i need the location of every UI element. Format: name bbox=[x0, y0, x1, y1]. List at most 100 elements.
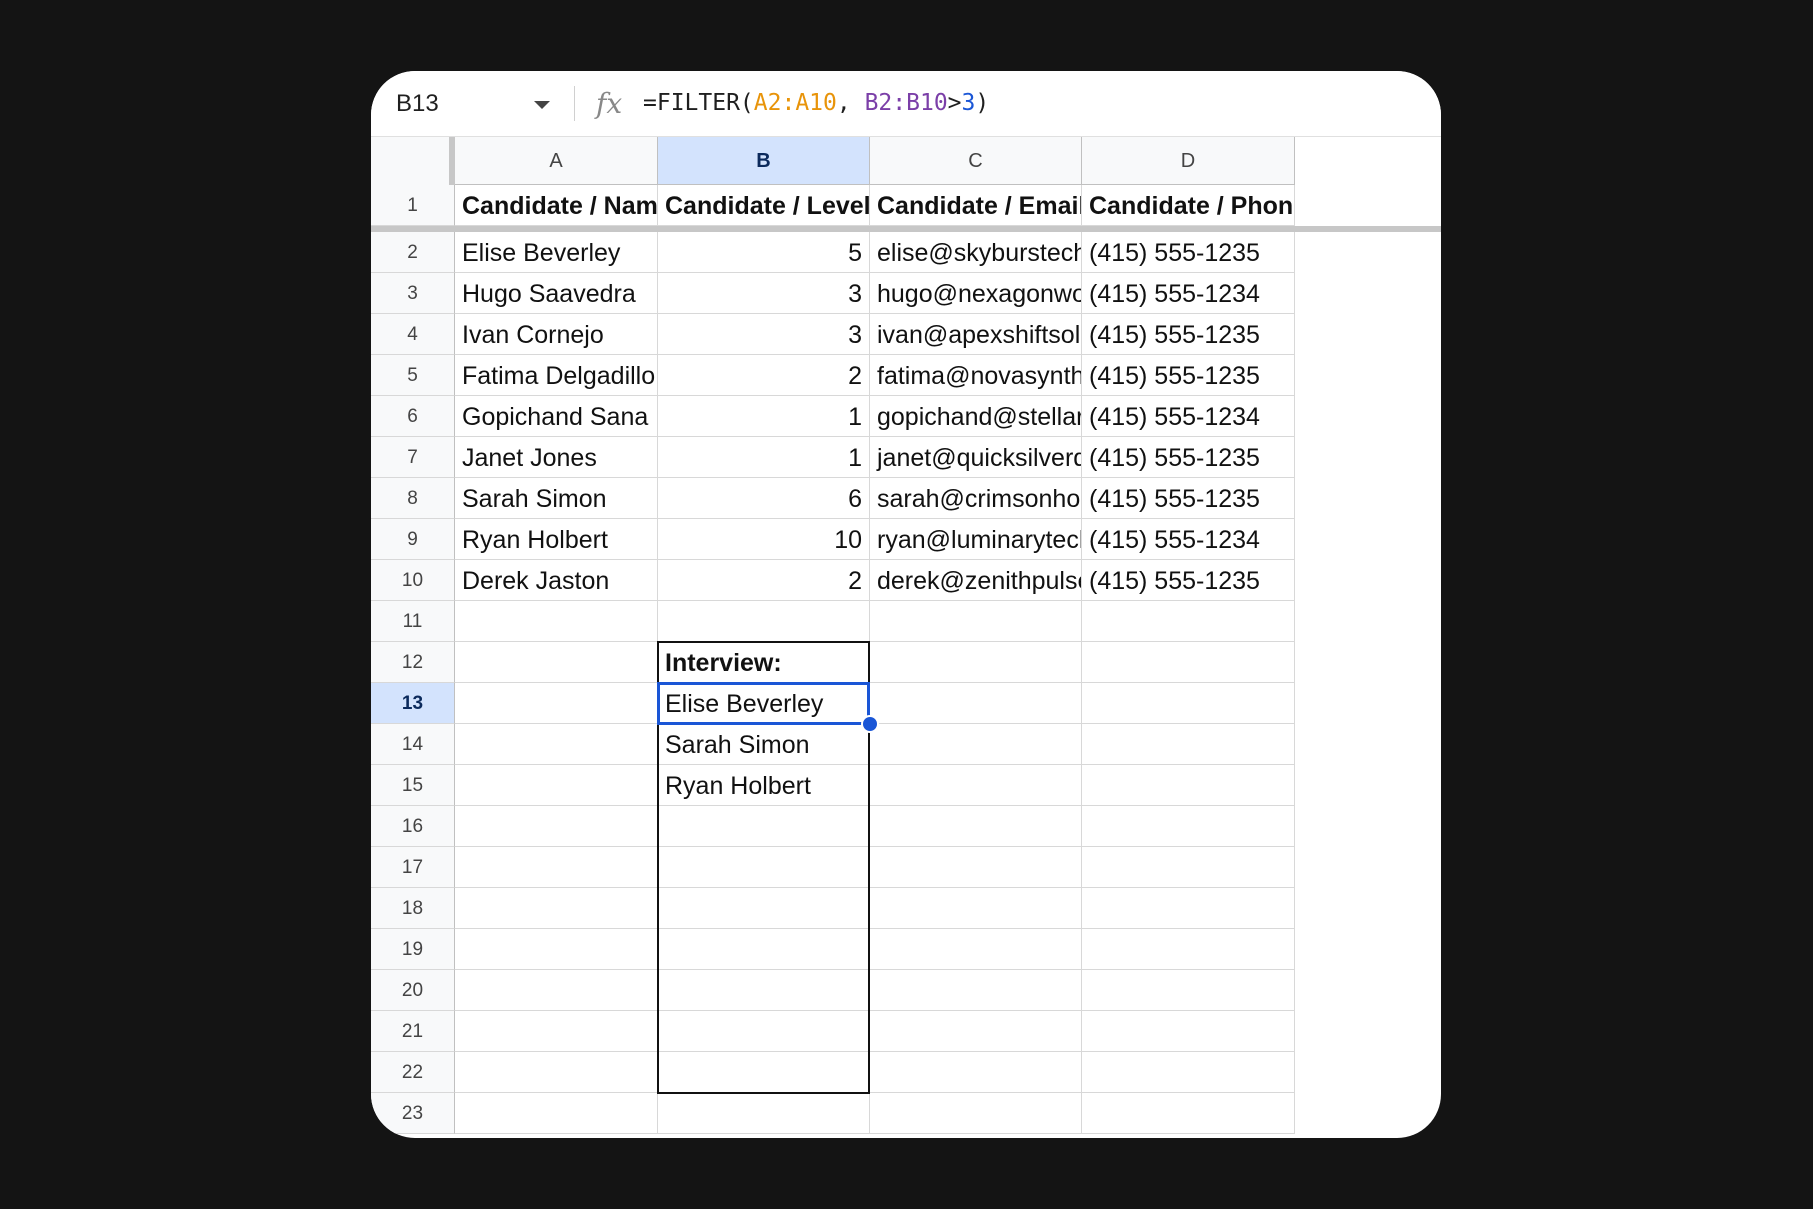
cell-a4[interactable]: Ivan Cornejo bbox=[455, 314, 658, 355]
cell-c7[interactable]: janet@quicksilverdev bbox=[870, 437, 1082, 478]
cell-d15[interactable] bbox=[1082, 765, 1295, 806]
cell-d12[interactable] bbox=[1082, 642, 1295, 683]
cell-a11[interactable] bbox=[455, 601, 658, 642]
cell-c15[interactable] bbox=[870, 765, 1082, 806]
cell-a18[interactable] bbox=[455, 888, 658, 929]
cell-d4[interactable]: (415) 555-1235 bbox=[1082, 314, 1295, 355]
cell-a15[interactable] bbox=[455, 765, 658, 806]
cell-d5[interactable]: (415) 555-1235 bbox=[1082, 355, 1295, 396]
cell-d19[interactable] bbox=[1082, 929, 1295, 970]
cell-d20[interactable] bbox=[1082, 970, 1295, 1011]
cell-a20[interactable] bbox=[455, 970, 658, 1011]
cell-a19[interactable] bbox=[455, 929, 658, 970]
cell-d13[interactable] bbox=[1082, 683, 1295, 724]
cell-c12[interactable] bbox=[870, 642, 1082, 683]
header-cell[interactable]: Candidate / Phone bbox=[1082, 185, 1295, 226]
row-header[interactable]: 6 bbox=[371, 396, 455, 437]
cell-d7[interactable]: (415) 555-1235 bbox=[1082, 437, 1295, 478]
cell-c17[interactable] bbox=[870, 847, 1082, 888]
cell-a10[interactable]: Derek Jaston bbox=[455, 560, 658, 601]
cell-c16[interactable] bbox=[870, 806, 1082, 847]
cell-b23[interactable] bbox=[658, 1093, 870, 1134]
name-box[interactable]: B13 bbox=[396, 71, 439, 136]
cell-a7[interactable]: Janet Jones bbox=[455, 437, 658, 478]
cell-b2[interactable]: 5 bbox=[658, 232, 870, 273]
cell-a23[interactable] bbox=[455, 1093, 658, 1134]
cell-d17[interactable] bbox=[1082, 847, 1295, 888]
column-header-d[interactable]: D bbox=[1082, 137, 1295, 185]
cell-b7[interactable]: 1 bbox=[658, 437, 870, 478]
row-header[interactable]: 1 bbox=[371, 185, 455, 226]
cell-c5[interactable]: fatima@novasynthgr bbox=[870, 355, 1082, 396]
row-header[interactable]: 13 bbox=[371, 683, 455, 724]
column-header-a[interactable]: A bbox=[455, 137, 658, 185]
cell-c4[interactable]: ivan@apexshiftsoluti bbox=[870, 314, 1082, 355]
cell-a6[interactable]: Gopichand Sana bbox=[455, 396, 658, 437]
cell-d11[interactable] bbox=[1082, 601, 1295, 642]
cell-b6[interactable]: 1 bbox=[658, 396, 870, 437]
cell-d23[interactable] bbox=[1082, 1093, 1295, 1134]
row-header[interactable]: 15 bbox=[371, 765, 455, 806]
row-header[interactable]: 11 bbox=[371, 601, 455, 642]
cell-c10[interactable]: derek@zenithpulse.n bbox=[870, 560, 1082, 601]
cell-b14[interactable]: Sarah Simon bbox=[658, 724, 870, 765]
fill-handle[interactable] bbox=[861, 715, 879, 733]
cell-b12[interactable]: Interview: bbox=[658, 642, 870, 683]
row-header[interactable]: 14 bbox=[371, 724, 455, 765]
cell-b15[interactable]: Ryan Holbert bbox=[658, 765, 870, 806]
cell-b5[interactable]: 2 bbox=[658, 355, 870, 396]
column-header-b[interactable]: B bbox=[658, 137, 870, 185]
cell-a13[interactable] bbox=[455, 683, 658, 724]
cell-b20[interactable] bbox=[658, 970, 870, 1011]
column-header-c[interactable]: C bbox=[870, 137, 1082, 185]
row-header[interactable]: 12 bbox=[371, 642, 455, 683]
cell-b10[interactable]: 2 bbox=[658, 560, 870, 601]
cell-c14[interactable] bbox=[870, 724, 1082, 765]
cell-a3[interactable]: Hugo Saavedra bbox=[455, 273, 658, 314]
cell-a12[interactable] bbox=[455, 642, 658, 683]
cell-b8[interactable]: 6 bbox=[658, 478, 870, 519]
cell-b17[interactable] bbox=[658, 847, 870, 888]
chevron-down-icon[interactable] bbox=[534, 101, 550, 109]
cell-a17[interactable] bbox=[455, 847, 658, 888]
formula-input[interactable]: =FILTER(A2:A10, B2:B10>3) bbox=[643, 71, 989, 136]
header-cell[interactable]: Candidate / Email bbox=[870, 185, 1082, 226]
row-header[interactable]: 22 bbox=[371, 1052, 455, 1093]
cell-b13[interactable]: Elise Beverley bbox=[658, 683, 870, 724]
cell-a2[interactable]: Elise Beverley bbox=[455, 232, 658, 273]
cell-d14[interactable] bbox=[1082, 724, 1295, 765]
cell-d10[interactable]: (415) 555-1235 bbox=[1082, 560, 1295, 601]
row-header[interactable]: 17 bbox=[371, 847, 455, 888]
cell-c20[interactable] bbox=[870, 970, 1082, 1011]
cell-c6[interactable]: gopichand@stellarby bbox=[870, 396, 1082, 437]
cell-b9[interactable]: 10 bbox=[658, 519, 870, 560]
cell-c19[interactable] bbox=[870, 929, 1082, 970]
row-header[interactable]: 2 bbox=[371, 232, 455, 273]
row-header[interactable]: 19 bbox=[371, 929, 455, 970]
cell-a22[interactable] bbox=[455, 1052, 658, 1093]
row-header[interactable]: 23 bbox=[371, 1093, 455, 1134]
row-header[interactable]: 9 bbox=[371, 519, 455, 560]
row-header[interactable]: 21 bbox=[371, 1011, 455, 1052]
row-header[interactable]: 5 bbox=[371, 355, 455, 396]
cell-d16[interactable] bbox=[1082, 806, 1295, 847]
cell-b4[interactable]: 3 bbox=[658, 314, 870, 355]
cell-c3[interactable]: hugo@nexagonwork bbox=[870, 273, 1082, 314]
cell-a8[interactable]: Sarah Simon bbox=[455, 478, 658, 519]
cell-b21[interactable] bbox=[658, 1011, 870, 1052]
row-header[interactable]: 4 bbox=[371, 314, 455, 355]
cell-d3[interactable]: (415) 555-1234 bbox=[1082, 273, 1295, 314]
select-all-corner[interactable] bbox=[371, 137, 450, 186]
cell-b18[interactable] bbox=[658, 888, 870, 929]
cell-c8[interactable]: sarah@crimsonhoriz bbox=[870, 478, 1082, 519]
row-header[interactable]: 7 bbox=[371, 437, 455, 478]
header-cell[interactable]: Candidate / Level bbox=[658, 185, 870, 226]
cell-b22[interactable] bbox=[658, 1052, 870, 1093]
cell-d21[interactable] bbox=[1082, 1011, 1295, 1052]
cell-d18[interactable] bbox=[1082, 888, 1295, 929]
cell-c21[interactable] bbox=[870, 1011, 1082, 1052]
cell-c2[interactable]: elise@skyburstech.c bbox=[870, 232, 1082, 273]
cell-b16[interactable] bbox=[658, 806, 870, 847]
cell-d6[interactable]: (415) 555-1234 bbox=[1082, 396, 1295, 437]
cell-c11[interactable] bbox=[870, 601, 1082, 642]
